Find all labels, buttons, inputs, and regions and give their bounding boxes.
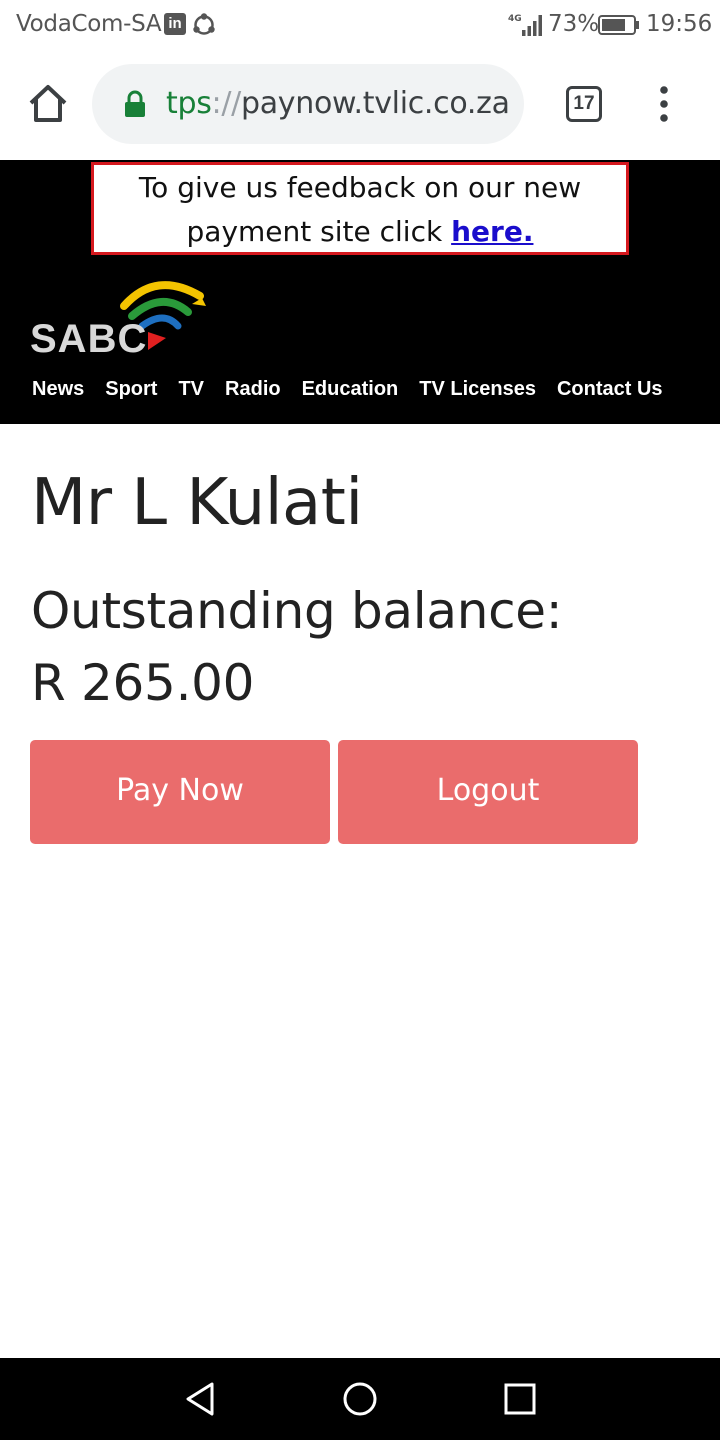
- feedback-link[interactable]: here.: [451, 215, 533, 248]
- balance-value: R 265.00: [31, 654, 255, 712]
- battery-percent: 73%: [548, 11, 600, 37]
- site-header: To give us feedback on our new payment s…: [0, 160, 720, 424]
- android-nav-bar: [0, 1358, 720, 1440]
- network-type-label: 4G: [508, 14, 522, 24]
- recent-apps-icon[interactable]: [501, 1380, 539, 1418]
- home-circle-icon[interactable]: [341, 1380, 379, 1418]
- nav-item-news[interactable]: News: [32, 378, 84, 401]
- balance-label: Outstanding balance:: [31, 582, 563, 640]
- nav-item-sport[interactable]: Sport: [105, 378, 157, 401]
- feedback-banner: To give us feedback on our new payment s…: [91, 162, 629, 255]
- url-text: tps://paynow.tvlic.co.za: [166, 86, 510, 121]
- pay-now-button[interactable]: Pay Now: [30, 740, 330, 844]
- main-nav: News Sport TV Radio Education TV License…: [32, 378, 684, 401]
- nav-item-contact-us[interactable]: Contact Us: [557, 378, 663, 401]
- tab-switcher-button[interactable]: 17: [566, 86, 602, 122]
- nav-item-education[interactable]: Education: [302, 378, 399, 401]
- nav-item-radio[interactable]: Radio: [225, 378, 281, 401]
- linkedin-icon: in: [164, 13, 186, 35]
- browser-toolbar: tps://paynow.tvlic.co.za 17: [0, 50, 720, 160]
- sync-icon: [193, 13, 215, 35]
- sabc-logo[interactable]: SABC: [28, 276, 212, 358]
- url-scheme: tps: [166, 86, 212, 121]
- status-bar: VodaCom-SA in 4G 73% 19:56: [0, 0, 720, 50]
- battery-icon: [598, 15, 639, 35]
- logout-button[interactable]: Logout: [338, 740, 638, 844]
- address-bar[interactable]: tps://paynow.tvlic.co.za: [92, 64, 524, 144]
- lock-icon: [125, 90, 145, 117]
- customer-name: Mr L Kulati: [31, 466, 363, 540]
- more-menu-icon[interactable]: [652, 84, 676, 124]
- clock: 19:56: [646, 11, 713, 37]
- url-separator: ://: [211, 86, 242, 121]
- back-icon[interactable]: [182, 1380, 220, 1418]
- carrier-label: VodaCom-SA: [16, 11, 162, 37]
- url-host: paynow.tvlic.co.za: [240, 86, 510, 121]
- nav-item-tv-licenses[interactable]: TV Licenses: [419, 378, 536, 401]
- nav-item-tv[interactable]: TV: [178, 378, 204, 401]
- signal-icon: 4G: [508, 14, 542, 36]
- home-icon[interactable]: [26, 82, 70, 126]
- sabc-logo-text: SABC: [30, 317, 147, 358]
